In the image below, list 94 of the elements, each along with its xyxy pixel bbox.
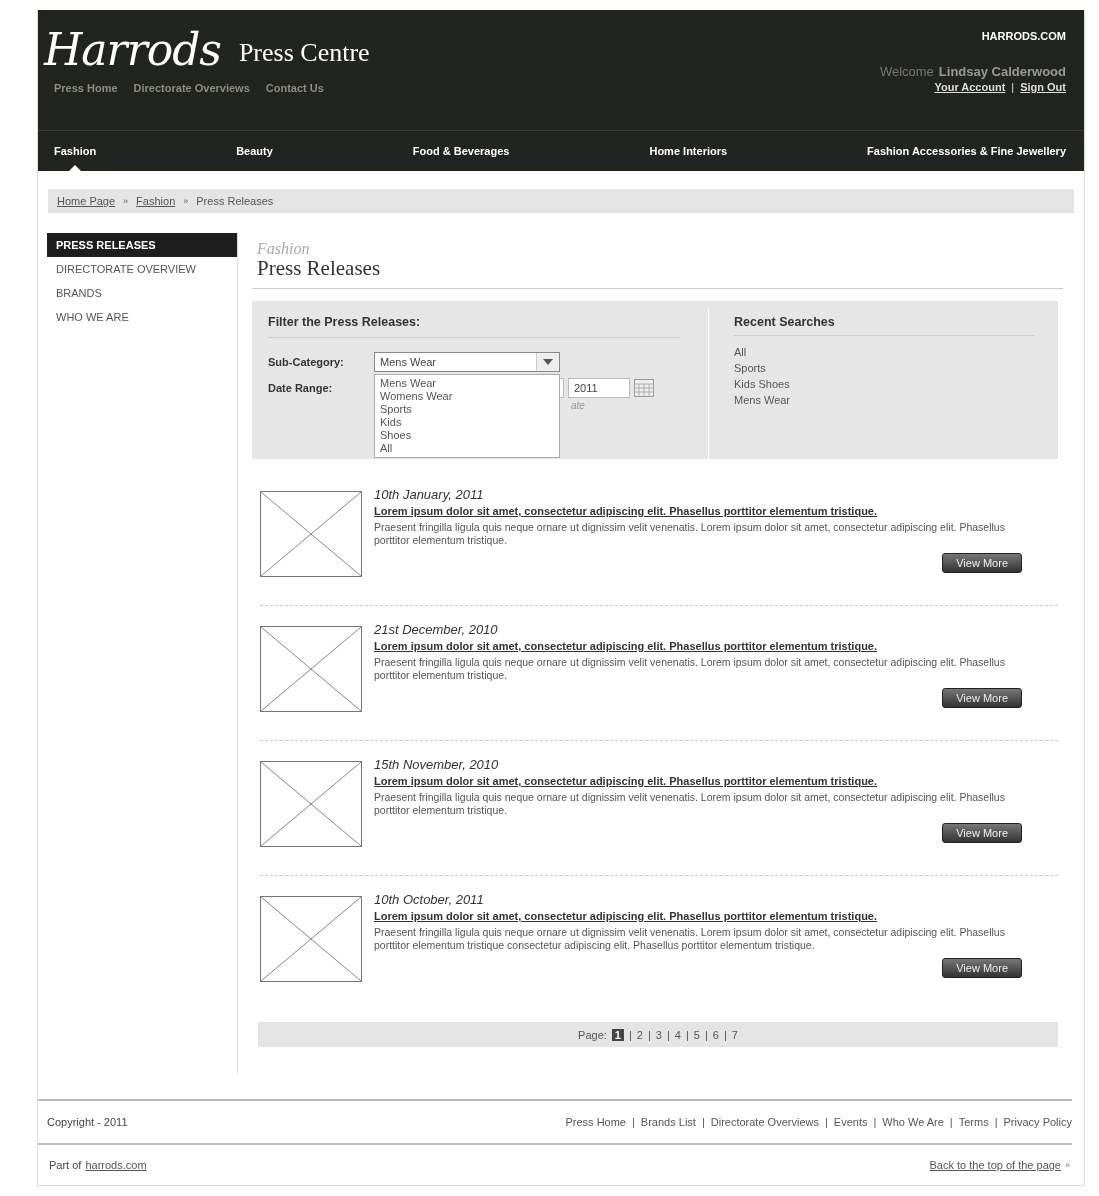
release-date: 21st December, 2010 [374, 622, 499, 638]
footer-link[interactable]: Who We Are [882, 1116, 944, 1128]
separator: | [647, 1028, 651, 1041]
dropdown-option[interactable]: All [380, 442, 554, 456]
calendar-icon[interactable] [634, 379, 654, 398]
view-more-button[interactable]: View More [942, 958, 1022, 979]
back-to-top-link[interactable]: Back to the top of the page [929, 1159, 1061, 1171]
footer-link[interactable]: Privacy Policy [1003, 1116, 1072, 1128]
dropdown-option[interactable]: Womens Wear [380, 390, 554, 404]
release-summary: Praesent fringilla ligula quis neque ornare ut dignissim velit venenatis. Lorem ipsum dolor sit amet, consectetur adipiscing elit. Phasellus porttitor elementum tristique. [374, 521, 1006, 548]
footer-link[interactable]: Press Home [565, 1116, 626, 1128]
nav-tab[interactable]: Home Interiors [649, 131, 728, 171]
section-label: Fashion [257, 241, 311, 257]
sidebar-item[interactable]: BRANDS [47, 281, 237, 305]
sidebar-item[interactable]: PRESS RELEASES [47, 233, 237, 257]
welcome-text: Welcome [879, 64, 934, 79]
logo[interactable]: Harrods [44, 28, 221, 72]
page-link[interactable]: 5 [693, 1028, 700, 1041]
page-link[interactable]: 6 [712, 1028, 719, 1041]
page-link[interactable]: 4 [674, 1028, 681, 1041]
release-summary: Praesent fringilla ligula quis neque ornare ut dignissim velit venenatis. Lorem ipsum dolor sit amet, consectetur adipiscing elit. Phasellus porttitor elementum tristique. [374, 791, 1006, 818]
separator: | [994, 1116, 998, 1128]
release-date: 15th November, 2010 [374, 757, 500, 773]
separator: | [949, 1116, 953, 1128]
caret-icon [543, 359, 553, 366]
view-more-button[interactable]: View More [942, 553, 1022, 574]
separator: | [629, 1028, 632, 1041]
release-headline-link[interactable]: Lorem ipsum dolor sit amet, consectetur adipiscing elit. Phasellus porttitor elementum tristique. [374, 505, 1022, 518]
separator: | [666, 1028, 670, 1041]
recent-search-link[interactable]: All [734, 344, 1042, 361]
recent-search-link[interactable]: Sports [734, 360, 1042, 377]
release-summary: Praesent fringilla ligula quis neque ornare ut dignissim velit venenatis. Lorem ipsum dolor sit amet, consectetur adipiscing elit. Phasellus porttitor elementum tristique. [374, 656, 1006, 683]
sidebar-item[interactable]: WHO WE ARE [47, 305, 237, 329]
harrods-link[interactable]: harrods.com [85, 1159, 147, 1171]
view-more-button[interactable]: View More [942, 823, 1022, 844]
footer-link[interactable]: Events [833, 1116, 868, 1128]
header-link[interactable]: Contact Us [265, 82, 324, 94]
release-headline-link[interactable]: Lorem ipsum dolor sit amet, consectetur adipiscing elit. Phasellus porttitor elementum tristique. [374, 640, 1022, 653]
nav-tab[interactable]: Food & Beverages [412, 131, 510, 171]
footer-link[interactable]: Brands List [640, 1116, 696, 1128]
dropdown-option[interactable]: Shoes [380, 429, 554, 443]
field-label: Date Range: [268, 381, 334, 395]
page-link[interactable]: 7 [731, 1028, 738, 1041]
page-link[interactable]: 1 [611, 1028, 624, 1041]
sub-category-dropdown[interactable]: Mens Wear [374, 352, 560, 373]
view-more-button[interactable]: View More [942, 688, 1022, 709]
dropdown-option[interactable]: Kids [380, 416, 554, 430]
date-hint: ate [571, 400, 586, 412]
nav-tab[interactable]: Beauty [236, 131, 273, 171]
account-link[interactable]: Sign Out [1020, 81, 1066, 93]
recent-searches-title: Recent Searches [734, 315, 1034, 337]
separator: | [824, 1116, 828, 1128]
pagination-label: Page: [578, 1028, 607, 1041]
breadcrumb-link[interactable]: Fashion [136, 195, 176, 207]
site-link[interactable]: HARRODS.COM [981, 30, 1066, 42]
sidebar-item[interactable]: DIRECTORATE OVERVIEW [47, 257, 237, 281]
nav-tab[interactable]: Fashion [54, 131, 97, 171]
user-name: Lindsay Calderwood [938, 64, 1066, 79]
separator: | [873, 1116, 877, 1128]
header-link[interactable]: Press Home [54, 82, 118, 94]
dropdown-option[interactable]: Mens Wear [380, 377, 554, 391]
release-headline-link[interactable]: Lorem ipsum dolor sit amet, consectetur adipiscing elit. Phasellus porttitor elementum tristique. [374, 910, 1022, 923]
nav-tab[interactable]: Fashion Accessories & Fine Jewellery [867, 131, 1066, 171]
filter-title: Filter the Press Releases: [268, 315, 680, 339]
breadcrumb-separator: » [183, 196, 189, 206]
breadcrumb-current: Press Releases [196, 195, 274, 207]
copyright-text: Copyright - 2011 [47, 1116, 128, 1128]
header-link[interactable]: Directorate Overviews [133, 82, 250, 94]
recent-search-link[interactable]: Kids Shoes [734, 376, 1042, 393]
separator: | [1011, 81, 1015, 93]
arrow-icon: » [1065, 1160, 1070, 1170]
release-date: 10th October, 2011 [374, 892, 485, 908]
breadcrumb-link[interactable]: Home Page [57, 195, 116, 207]
footer-link[interactable]: Directorate Overviews [710, 1116, 819, 1128]
account-link[interactable]: Your Account [934, 81, 1006, 93]
page-title: Press Releases [257, 257, 382, 281]
separator: | [685, 1028, 689, 1041]
site-title: Press Centre [238, 38, 370, 69]
field-label: Sub-Category: [268, 355, 345, 369]
page-link[interactable]: 3 [655, 1028, 662, 1041]
date-to-field[interactable]: 2011 [568, 378, 630, 399]
recent-search-link[interactable]: Mens Wear [734, 392, 1042, 409]
page-link[interactable]: 2 [636, 1028, 643, 1041]
footer-link[interactable]: Terms [958, 1116, 989, 1128]
separator: | [723, 1028, 727, 1041]
separator: | [704, 1028, 708, 1041]
separator: | [701, 1116, 705, 1128]
release-headline-link[interactable]: Lorem ipsum dolor sit amet, consectetur adipiscing elit. Phasellus porttitor elementum tristique. [374, 775, 1022, 788]
separator: | [632, 1116, 635, 1128]
dropdown-option[interactable]: Sports [380, 403, 554, 417]
breadcrumb-separator: » [123, 196, 129, 206]
release-summary: Praesent fringilla ligula quis neque ornare ut dignissim velit venenatis. Lorem ipsum dolor sit amet, consectetur adipiscing elit. Phasellus porttitor elementum tristique consectetur adipiscing elit. Phasellus porttitor elementum tristique. [374, 926, 1006, 953]
release-date: 10th January, 2011 [374, 487, 485, 503]
part-of-text: Part of [49, 1159, 82, 1171]
